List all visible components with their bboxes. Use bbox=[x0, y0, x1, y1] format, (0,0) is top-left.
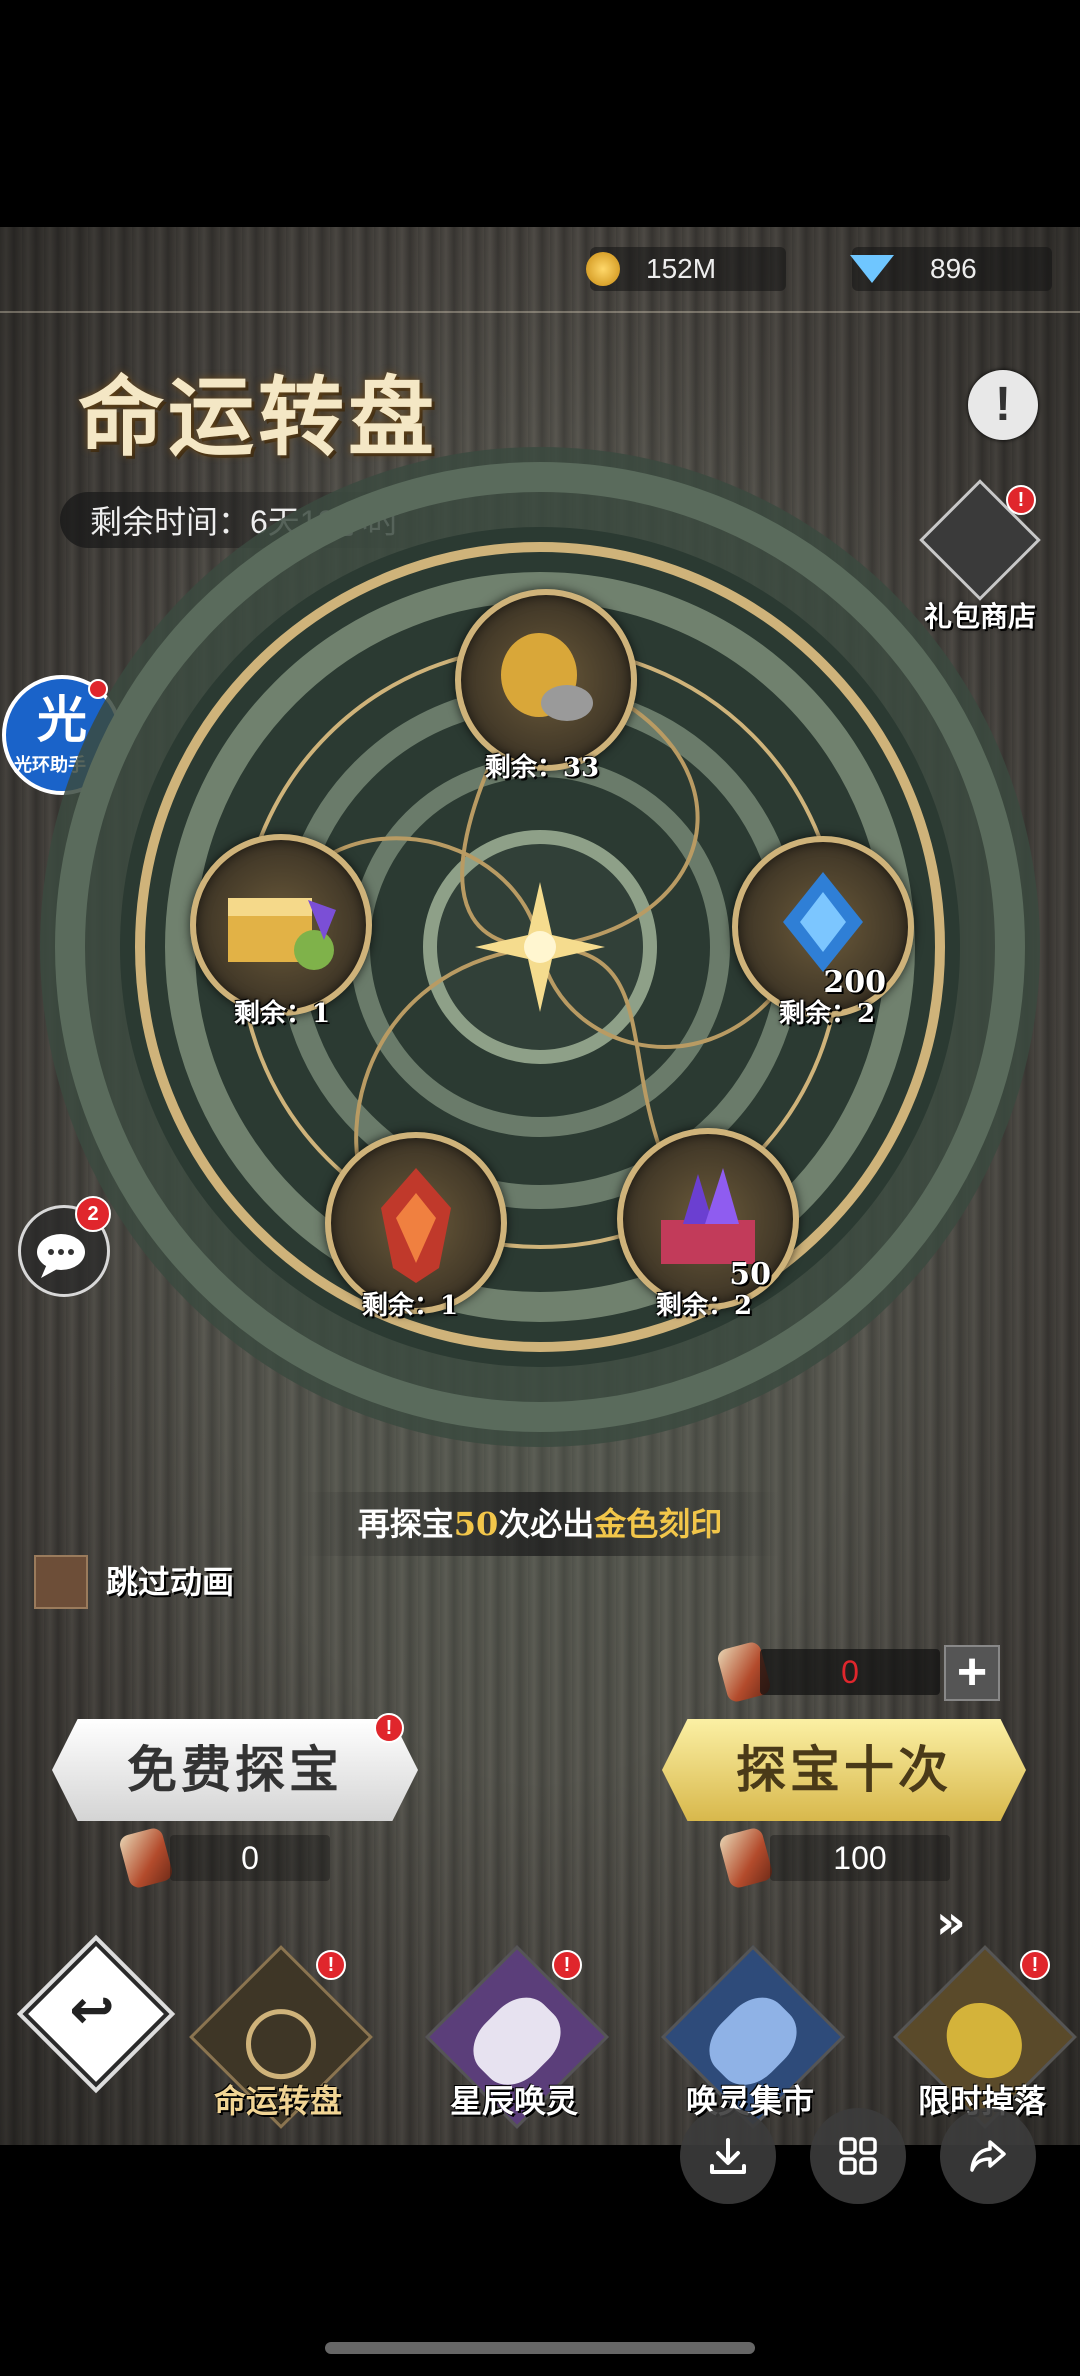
free-draw-cost: 0 bbox=[170, 1835, 330, 1881]
banner-prefix: 再探宝 bbox=[357, 1505, 454, 1543]
tab-label: 命运转盘 bbox=[213, 2082, 342, 2120]
free-draw-button[interactable]: 免费探宝 bbox=[52, 1719, 418, 1821]
skip-animation-checkbox[interactable] bbox=[34, 1555, 88, 1609]
banner-count: 50 bbox=[453, 1505, 499, 1543]
download-icon bbox=[710, 2138, 746, 2174]
reward-remaining: 剩余：33 bbox=[484, 753, 600, 783]
free-draw-alert-dot: ! bbox=[374, 1713, 404, 1743]
tab-alert-dot: ! bbox=[316, 1950, 346, 1980]
share-button[interactable] bbox=[940, 2108, 1036, 2204]
share-icon bbox=[970, 2140, 1006, 2172]
reward-node-sack[interactable] bbox=[455, 589, 637, 771]
guarantee-banner: 再探宝50次必出金色刻印 bbox=[300, 1492, 780, 1556]
tab-alert-dot: ! bbox=[1020, 1950, 1050, 1980]
game-screen: 152M 896 命运转盘 剩余时间：6天18小时 ! 礼包商店 ! 光 光环助… bbox=[0, 227, 1080, 2145]
banner-reward: 金色刻印 bbox=[594, 1505, 723, 1543]
reward-node-golden-chest[interactable] bbox=[190, 834, 372, 1016]
back-arrow-icon: ↩ bbox=[69, 1978, 115, 2041]
tab-star-summon[interactable]: ! 星辰唤灵 bbox=[412, 1945, 609, 2142]
tab-fate-wheel[interactable]: ! 命运转盘 bbox=[176, 1945, 373, 2142]
home-indicator[interactable] bbox=[325, 2342, 755, 2354]
add-ticket-button[interactable]: + bbox=[944, 1645, 1000, 1701]
download-button[interactable] bbox=[680, 2108, 776, 2204]
ten-draw-button[interactable]: 探宝十次 bbox=[662, 1719, 1026, 1821]
back-button[interactable]: ↩ bbox=[22, 1940, 170, 2088]
ten-draw-cost: 100 bbox=[770, 1835, 950, 1881]
skip-animation-label: 跳过动画 bbox=[106, 1563, 235, 1601]
reward-remaining: 剩余：2 bbox=[778, 999, 876, 1029]
reward-node-purple-chest[interactable]: 50 bbox=[617, 1128, 799, 1310]
reward-remaining: 剩余：1 bbox=[361, 1291, 459, 1321]
grid-menu-button[interactable] bbox=[810, 2108, 906, 2204]
reward-remaining: 剩余：2 bbox=[655, 1291, 753, 1321]
ticket-count: 0 bbox=[760, 1649, 940, 1695]
sack-and-stones-icon bbox=[501, 633, 593, 721]
golden-treasure-chest-icon bbox=[228, 898, 336, 970]
reward-remaining: 剩余：1 bbox=[233, 999, 331, 1029]
tab-alert-dot: ! bbox=[552, 1950, 582, 1980]
banner-middle: 次必出 bbox=[498, 1505, 595, 1543]
red-dragon-emblem-icon bbox=[381, 1168, 451, 1283]
reward-node-blue-crystal[interactable]: 200 bbox=[732, 836, 914, 1018]
double-chevron-right-icon[interactable]: » bbox=[936, 1895, 966, 1949]
fortune-wheel bbox=[40, 447, 1040, 1447]
grid-icon bbox=[839, 2137, 877, 2175]
tab-label: 星辰唤灵 bbox=[449, 2082, 578, 2120]
